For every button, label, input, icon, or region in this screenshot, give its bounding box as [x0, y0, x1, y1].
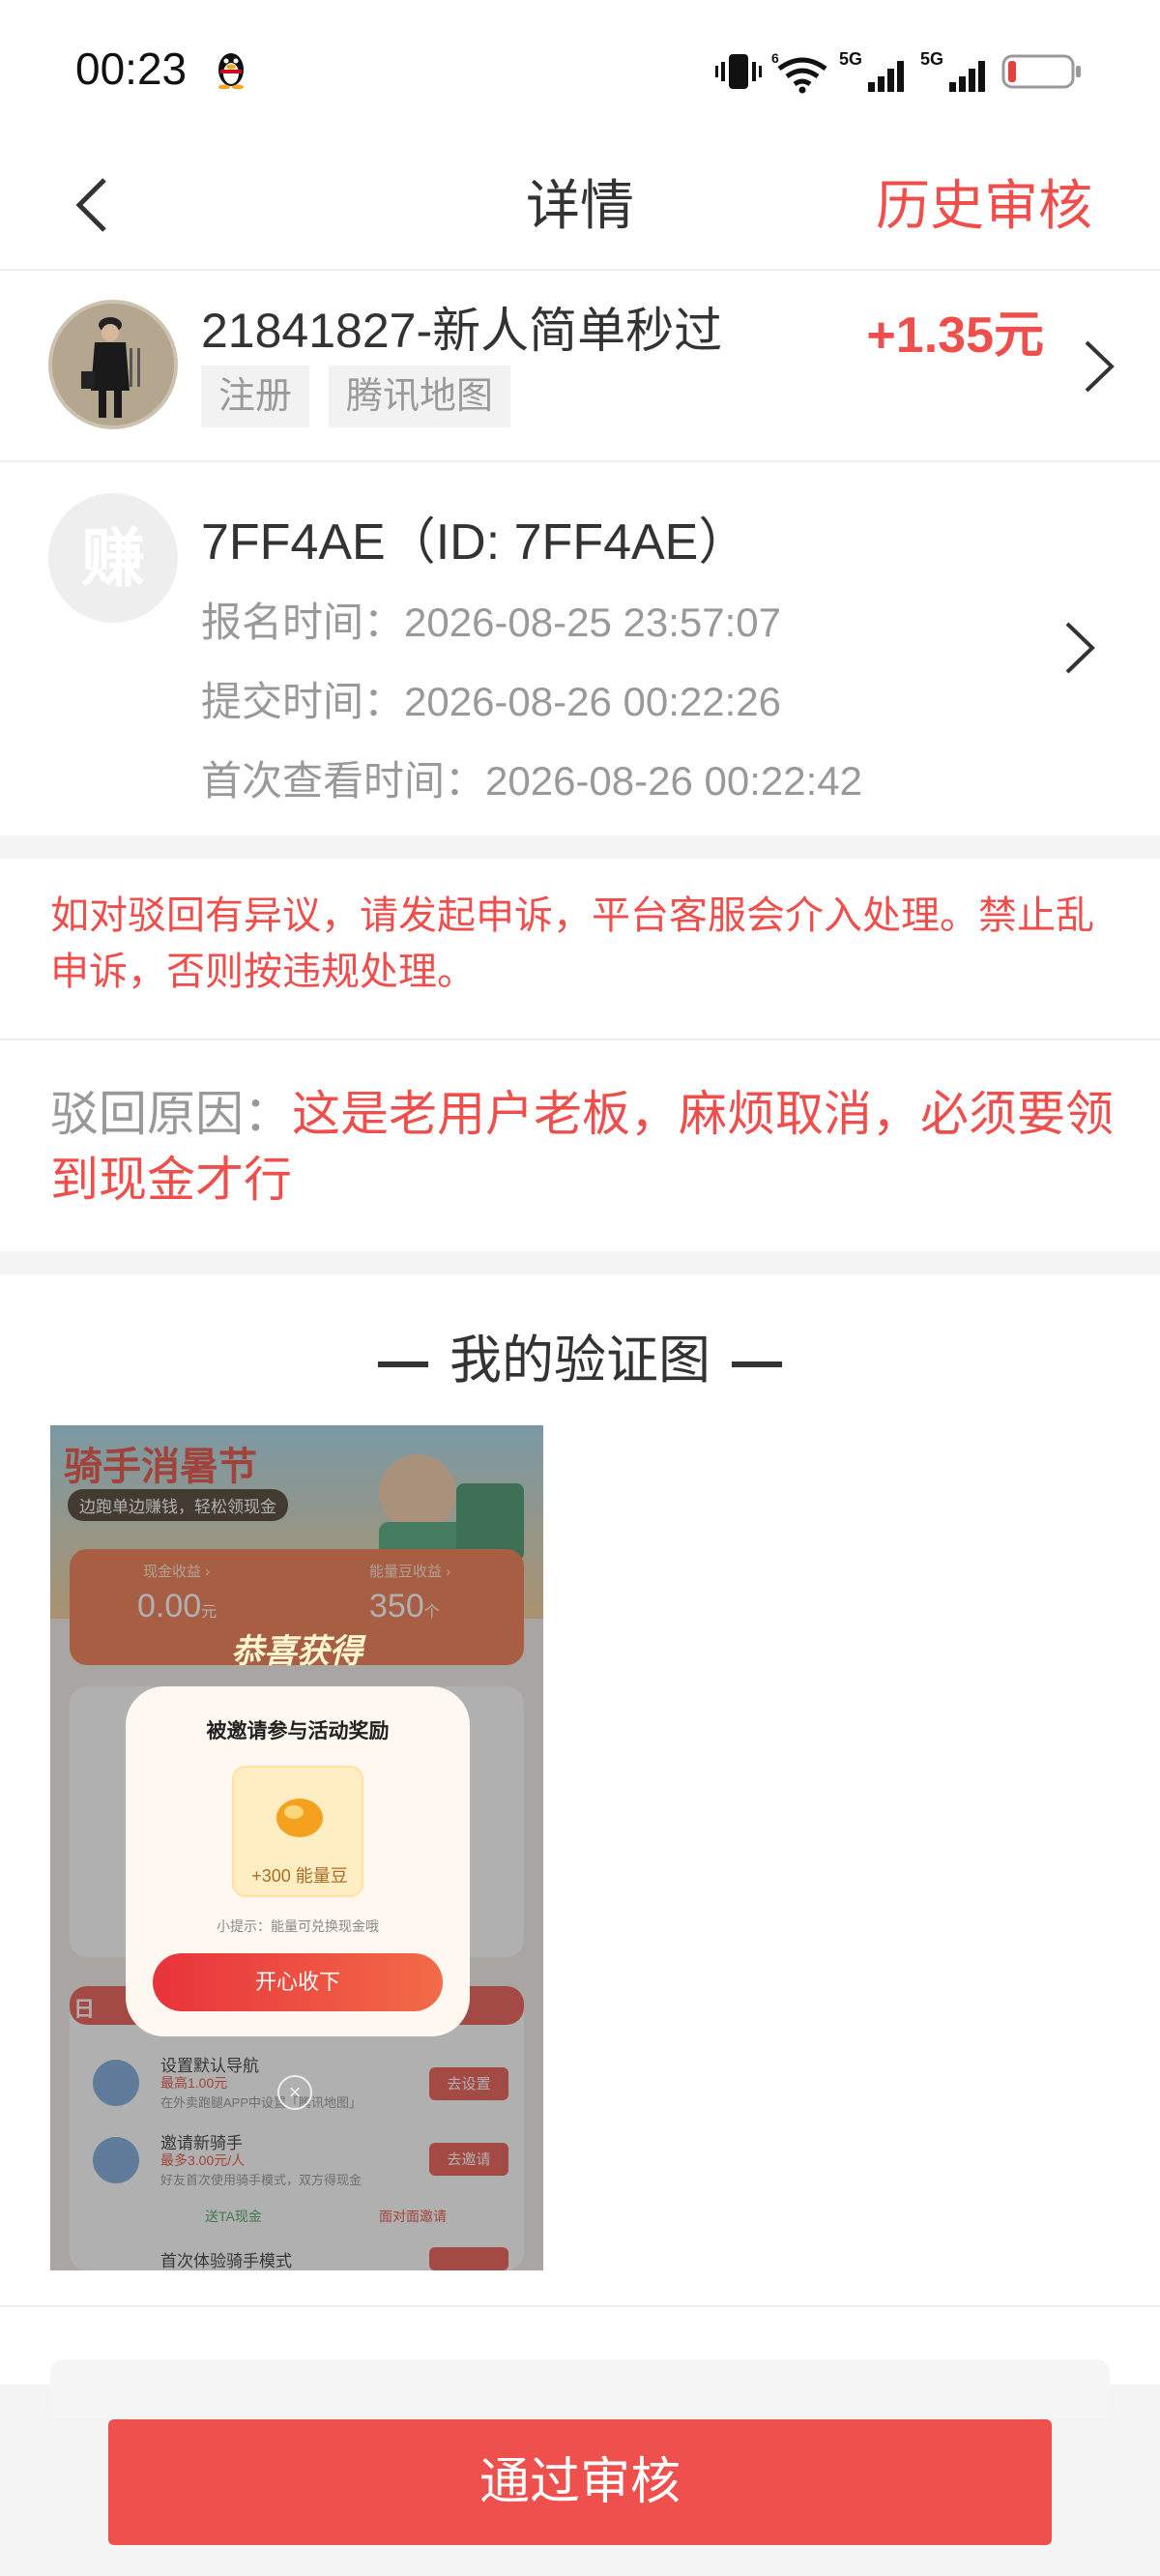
energy-bean-icon	[276, 1799, 323, 1837]
task-row[interactable]: 21841827-新人简单秒过 +1.35元 注册 腾讯地图	[0, 273, 1160, 462]
task-avatar	[48, 300, 178, 429]
approve-button[interactable]: 通过审核	[108, 2419, 1052, 2545]
popup-reward: +300 能量豆	[251, 1866, 348, 1886]
signup-time: 报名时间：2026-08-25 23:57:07	[201, 600, 781, 645]
title-dash-left	[378, 1361, 428, 1367]
proof-image[interactable]: 骑手消暑节 边跑单边赚钱，轻松领现金 现金收益 › 0.00元 能量豆收益 › …	[50, 1425, 543, 2270]
title-dash-right	[732, 1361, 782, 1367]
popup-accept-button: 开心收下	[153, 1953, 443, 2011]
popup-tip: 小提示：能量可兑换现金哦	[217, 1918, 379, 1934]
chevron-right-icon	[1065, 622, 1095, 674]
chevron-right-icon	[1085, 340, 1115, 393]
close-icon: ×	[277, 2075, 312, 2110]
svg-text:5G: 5G	[839, 49, 862, 69]
vibrate-icon	[715, 54, 762, 89]
proof-title-text: 我的验证图	[450, 1332, 710, 1390]
status-time: 00:23	[75, 44, 188, 94]
proof-section-title: 我的验证图	[0, 1317, 1160, 1393]
svg-text:5G: 5G	[920, 49, 943, 69]
divider	[0, 1039, 1160, 1040]
bean-reward-box: +300 能量豆	[232, 1766, 363, 1897]
task-title: 21841827-新人简单秒过	[201, 304, 723, 358]
reject-reason-label: 驳回原因：	[50, 1087, 292, 1141]
task-reward: +1.35元	[866, 307, 1044, 364]
person-avatar-icon	[52, 304, 174, 425]
tag-register: 注册	[201, 366, 310, 427]
section-gap	[0, 1251, 1160, 1274]
popup-title: 被邀请参与活动奖励	[206, 1720, 390, 1742]
battery-icon	[1001, 54, 1081, 89]
signal-5g-icon: 5G	[839, 49, 904, 92]
divider	[0, 2305, 1160, 2307]
back-arrow-icon[interactable]	[58, 164, 135, 242]
first-view-time: 首次查看时间：2026-08-26 00:22:42	[201, 758, 862, 804]
congrats-text: 恭喜获得	[231, 1633, 362, 1670]
status-indicators: 6 5G 5G	[715, 43, 1083, 101]
qq-penguin-icon	[218, 53, 244, 89]
submit-time: 提交时间：2026-08-26 00:22:26	[201, 679, 781, 724]
signal-5g-icon-2: 5G	[920, 49, 985, 92]
svg-text:6: 6	[771, 50, 779, 66]
bottom-card	[50, 2359, 1110, 2417]
section-gap	[0, 835, 1160, 859]
wifi-icon: 6	[771, 50, 827, 94]
reject-reason: 驳回原因：这是老用户老板，麻烦取消，必须要领到现金才行	[50, 1081, 1114, 1213]
tag-tencent-map: 腾讯地图	[329, 366, 511, 427]
history-review-link[interactable]: 历史审核	[876, 162, 1092, 241]
user-avatar: 赚	[48, 493, 178, 623]
appeal-notice: 如对驳回有异议，请发起申诉，平台客服会介入处理。禁止乱申诉，否则按违规处理。	[50, 894, 1094, 993]
user-id: 7FF4AE（ID: 7FF4AE）	[201, 514, 749, 571]
status-bar: 00:23 6 5G 5G	[0, 0, 1160, 135]
user-row[interactable]: 赚 7FF4AE（ID: 7FF4AE） 报名时间：2026-08-25 23:…	[0, 464, 1160, 835]
reward-popup: 被邀请参与活动奖励 +300 能量豆 小提示：能量可兑换现金哦 开心收下	[126, 1686, 470, 2036]
nav-bar: 详情 历史审核	[0, 135, 1160, 271]
